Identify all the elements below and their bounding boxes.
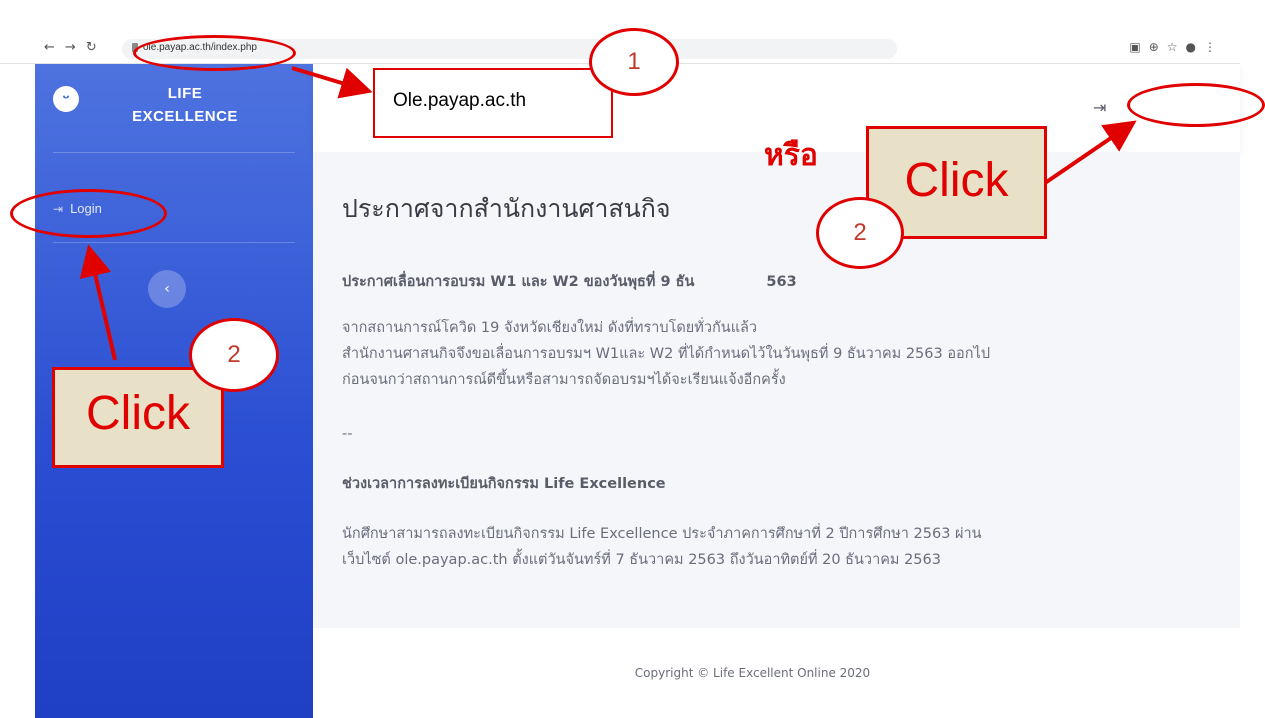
sidebar-login-highlight-ellipse (10, 189, 167, 238)
step-2-badge: 2 (189, 318, 279, 392)
url-callout-label: Ole.payap.ac.th (393, 90, 527, 111)
arrow-to-url-callout (291, 66, 373, 99)
url-callout-box: Ole.payap.ac.th (373, 68, 613, 138)
step-1-badge: 1 (589, 28, 679, 96)
arrow-to-sidebar-login (79, 244, 117, 361)
topbar-login-highlight-ellipse (1127, 83, 1265, 127)
arrow-to-topbar-login (1043, 120, 1137, 185)
click-callout-sidebar: Click (52, 367, 224, 468)
url-highlight-ellipse (133, 35, 296, 71)
or-label: หรือ (764, 138, 818, 173)
step-2-badge: 2 (816, 197, 904, 269)
